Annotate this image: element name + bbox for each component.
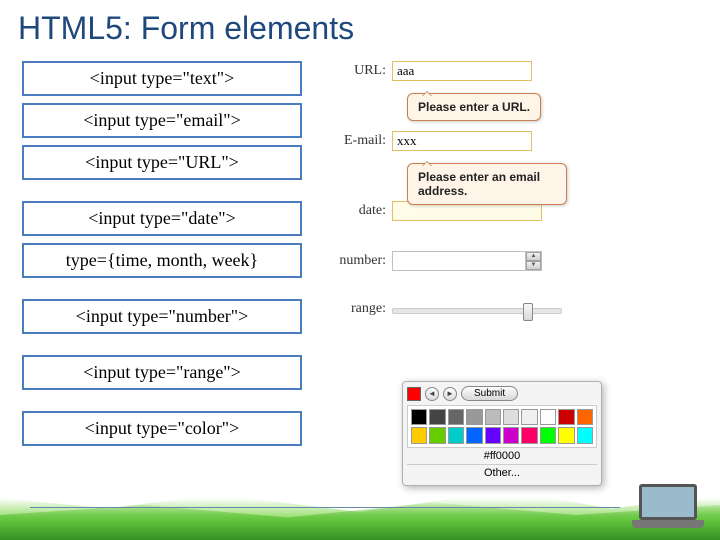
hex-value-label: #ff0000 <box>407 448 597 464</box>
email-input[interactable] <box>392 131 532 151</box>
color-swatch[interactable] <box>429 409 445 425</box>
next-color-icon[interactable]: ► <box>443 387 457 401</box>
code-input-color: <input type="color"> <box>22 411 302 446</box>
submit-button[interactable]: Submit <box>461 386 518 401</box>
prev-color-icon[interactable]: ◄ <box>425 387 439 401</box>
decorative-wave-2 <box>0 490 720 540</box>
color-swatch[interactable] <box>429 427 445 443</box>
range-thumb[interactable] <box>523 303 533 321</box>
footer-divider <box>30 507 620 508</box>
color-swatch[interactable] <box>485 409 501 425</box>
url-validation-tooltip: Please enter a URL. <box>407 93 541 121</box>
slide-title: HTML5: Form elements <box>0 0 720 61</box>
color-swatch[interactable] <box>411 427 427 443</box>
number-row: number: ▲ ▼ <box>332 251 698 271</box>
date-label: date: <box>332 203 392 219</box>
code-input-time-month-week: type={time, month, week} <box>22 243 302 278</box>
color-swatch[interactable] <box>577 427 593 443</box>
color-swatch[interactable] <box>540 409 556 425</box>
range-input[interactable] <box>392 308 562 314</box>
color-swatch[interactable] <box>521 409 537 425</box>
code-input-email: <input type="email"> <box>22 103 302 138</box>
url-input[interactable] <box>392 61 532 81</box>
code-input-range: <input type="range"> <box>22 355 302 390</box>
color-swatch[interactable] <box>448 427 464 443</box>
code-input-url: <input type="URL"> <box>22 145 302 180</box>
color-palette <box>407 405 597 448</box>
number-label: number: <box>332 253 392 269</box>
email-label: E-mail: <box>332 133 392 149</box>
code-input-text: <input type="text"> <box>22 61 302 96</box>
color-swatch[interactable] <box>503 409 519 425</box>
email-validation-tooltip: Please enter an email address. <box>407 163 567 205</box>
url-label: URL: <box>332 63 392 79</box>
color-swatch[interactable] <box>503 427 519 443</box>
email-row: E-mail: <box>332 131 698 151</box>
color-swatch[interactable] <box>448 409 464 425</box>
color-swatch[interactable] <box>411 409 427 425</box>
laptop-icon <box>628 484 708 534</box>
url-row: URL: <box>332 61 698 81</box>
number-spinner[interactable]: ▲ ▼ <box>525 252 541 270</box>
spinner-up-icon[interactable]: ▲ <box>526 252 541 261</box>
color-swatch[interactable] <box>466 409 482 425</box>
code-examples-column: <input type="text"> <input type="email">… <box>22 61 302 446</box>
color-picker-header: ◄ ► Submit <box>407 386 597 401</box>
color-swatch[interactable] <box>577 409 593 425</box>
color-swatch[interactable] <box>485 427 501 443</box>
color-swatch[interactable] <box>521 427 537 443</box>
color-swatch[interactable] <box>466 427 482 443</box>
color-swatch[interactable] <box>558 409 574 425</box>
current-color-swatch[interactable] <box>407 387 421 401</box>
demo-column: URL: Please enter a URL. E-mail: Please … <box>332 61 698 446</box>
color-picker-popup: ◄ ► Submit #ff0000 Other... <box>402 381 602 486</box>
number-input[interactable]: ▲ ▼ <box>392 251 542 271</box>
color-swatch[interactable] <box>558 427 574 443</box>
color-swatch[interactable] <box>540 427 556 443</box>
code-input-number: <input type="number"> <box>22 299 302 334</box>
range-row: range: <box>332 301 698 317</box>
range-label: range: <box>332 301 392 317</box>
code-input-date: <input type="date"> <box>22 201 302 236</box>
spinner-down-icon[interactable]: ▼ <box>526 261 541 270</box>
other-colors-button[interactable]: Other... <box>407 464 597 481</box>
content-area: <input type="text"> <input type="email">… <box>0 61 720 446</box>
